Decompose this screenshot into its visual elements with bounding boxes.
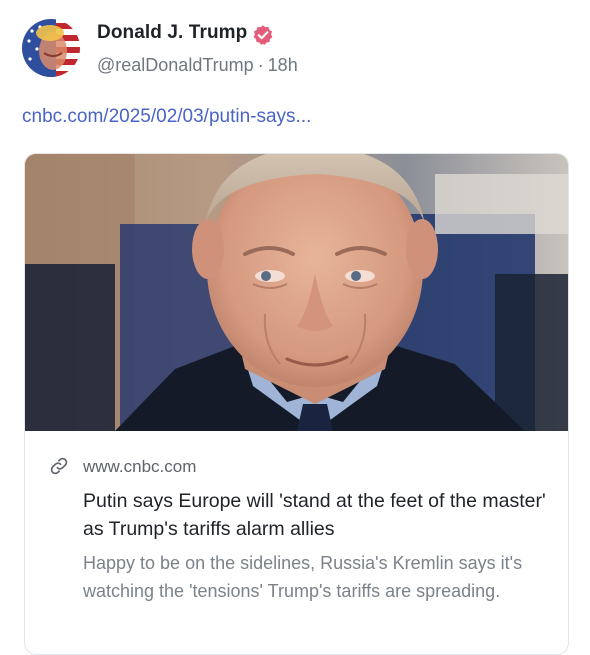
meta-separator: · xyxy=(257,55,264,75)
link-icon xyxy=(49,456,69,476)
post-link[interactable]: cnbc.com/2025/02/03/putin-says... xyxy=(22,106,311,128)
card-headline[interactable]: Putin says Europe will 'stand at the fee… xyxy=(83,487,553,543)
display-name[interactable]: Donald J. Trump xyxy=(97,22,247,44)
user-handle[interactable]: @realDonaldTrump xyxy=(97,55,254,75)
post-timestamp[interactable]: 18h xyxy=(268,55,298,75)
article-thumbnail xyxy=(25,154,568,431)
link-preview-card[interactable]: www.cnbc.com Putin says Europe will 'sta… xyxy=(24,153,569,655)
post-meta: @realDonaldTrump · 18h xyxy=(97,55,298,76)
card-domain: www.cnbc.com xyxy=(83,457,197,476)
profile-avatar[interactable] xyxy=(22,19,80,77)
card-description: Happy to be on the sidelines, Russia's K… xyxy=(83,553,523,601)
verified-badge-icon xyxy=(252,24,274,46)
